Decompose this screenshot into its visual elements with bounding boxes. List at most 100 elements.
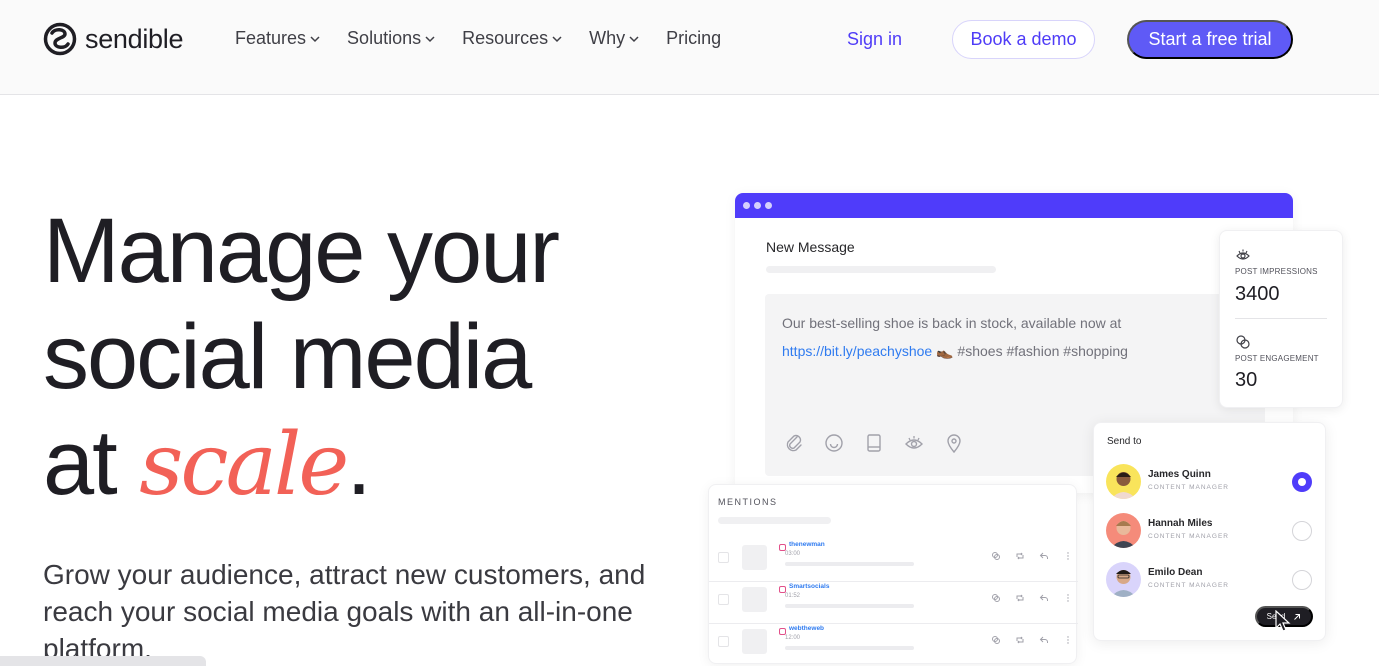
hero-subhead: Grow your audience, attract new customer…	[43, 559, 646, 664]
recipient-radio[interactable]	[1292, 570, 1312, 590]
recipient-emilo-dean[interactable]: Emilo Dean CONTENT MANAGER	[1106, 562, 1316, 598]
mention-name[interactable]: webtheweb	[789, 625, 824, 632]
recipient-name: Emilo Dean	[1148, 567, 1203, 578]
message-body: Our best-selling shoe is back in stock, …	[782, 315, 1122, 331]
avatar	[1106, 464, 1141, 499]
instagram-icon	[779, 586, 786, 593]
message-hashtags: #shoes #fashion #shopping	[957, 343, 1128, 359]
mention-checkbox[interactable]	[718, 636, 729, 647]
mention-name[interactable]: thenewman	[789, 541, 825, 548]
engagement-icon[interactable]	[991, 551, 1001, 561]
mention-actions	[991, 635, 1073, 645]
more-icon[interactable]	[1063, 593, 1073, 603]
nav-solutions-label: Solutions	[347, 28, 422, 48]
mention-thumbnail	[742, 587, 767, 612]
nav-pricing-label: Pricing	[666, 28, 722, 48]
paperclip-icon[interactable]	[783, 432, 805, 454]
recipient-hannah-miles[interactable]: Hannah Miles CONTENT MANAGER	[1106, 513, 1316, 549]
sign-in-link[interactable]: Sign in	[847, 29, 902, 50]
post-stats-card: POST IMPRESSIONS 3400 POST ENGAGEMENT 30	[1219, 230, 1343, 408]
divider	[1235, 318, 1327, 319]
window-dot	[765, 202, 772, 209]
hero-headline: Manage your social media at scale.	[43, 198, 560, 518]
eye-icon	[1236, 249, 1250, 260]
mention-name[interactable]: Smartsocials	[789, 583, 829, 590]
recipient-james-quinn[interactable]: James Quinn CONTENT MANAGER	[1106, 464, 1316, 500]
engagement-icon[interactable]	[991, 593, 1001, 603]
impressions-value: 3400	[1235, 283, 1280, 305]
recipient-role: CONTENT MANAGER	[1148, 533, 1229, 540]
mention-time: 12:00	[785, 635, 801, 641]
message-link[interactable]: https://bit.ly/peachyshoe	[782, 343, 932, 359]
eye-icon[interactable]	[903, 432, 925, 454]
mouse-cursor-icon	[1275, 610, 1291, 632]
recipient-radio[interactable]	[1292, 521, 1312, 541]
engagement-value: 30	[1235, 369, 1258, 391]
mention-thumbnail	[742, 629, 767, 654]
retweet-icon[interactable]	[1015, 551, 1025, 561]
window-dot	[754, 202, 761, 209]
nav-pricing[interactable]: Pricing	[666, 28, 721, 49]
headline-period: .	[346, 412, 372, 514]
nav-solutions[interactable]: Solutions	[347, 28, 436, 49]
arrow-up-right-icon	[1294, 613, 1301, 620]
engagement-icon	[1236, 335, 1250, 349]
recipient-radio-selected[interactable]	[1292, 472, 1312, 492]
chevron-down-icon	[425, 35, 435, 42]
headline-accent-word: scale	[139, 415, 349, 515]
recipient-role: CONTENT MANAGER	[1148, 484, 1229, 491]
nav-links: Features Solutions Resources Why Pricing	[235, 28, 721, 49]
composer-title: New Message	[766, 239, 855, 255]
recipient-name: Hannah Miles	[1148, 518, 1213, 529]
nav-why[interactable]: Why	[589, 28, 640, 49]
reply-icon[interactable]	[1039, 635, 1049, 645]
avatar	[1106, 562, 1141, 597]
chevron-down-icon	[310, 35, 320, 42]
mention-checkbox[interactable]	[718, 552, 729, 563]
send-to-panel: Send to James Quinn CONTENT MANAGER Hann…	[1093, 422, 1326, 641]
reply-icon[interactable]	[1039, 593, 1049, 603]
mention-row[interactable]: thenewman 03:00	[709, 540, 1078, 582]
window-titlebar	[735, 193, 1293, 218]
mention-time: 03:00	[785, 551, 801, 557]
skeleton-line	[785, 646, 914, 650]
bottom-overlay-tab[interactable]	[0, 656, 206, 666]
book-demo-button[interactable]: Book a demo	[952, 20, 1095, 59]
sendible-logo[interactable]: sendible	[43, 22, 183, 56]
book-icon[interactable]	[863, 432, 885, 454]
nav-resources-label: Resources	[462, 28, 549, 48]
skeleton-line	[766, 266, 996, 273]
more-icon[interactable]	[1063, 551, 1073, 561]
retweet-icon[interactable]	[1015, 635, 1025, 645]
chevron-down-icon	[629, 35, 639, 42]
retweet-icon[interactable]	[1015, 593, 1025, 603]
send-to-title: Send to	[1107, 436, 1142, 447]
person-avatar-icon	[1111, 570, 1136, 597]
nav-features[interactable]: Features	[235, 28, 321, 49]
mention-row[interactable]: Smartsocials 01:52	[709, 582, 1078, 624]
more-icon[interactable]	[1063, 635, 1073, 645]
headline-line-2: social media	[43, 306, 532, 408]
brand-name: sendible	[85, 23, 184, 54]
mention-thumbnail	[742, 545, 767, 570]
start-trial-button[interactable]: Start a free trial	[1127, 20, 1293, 59]
sendible-logo-icon	[43, 22, 77, 56]
mention-row[interactable]: webtheweb 12:00	[709, 624, 1078, 666]
mentions-panel: MENTIONS thenewman 03:00 Smartsocials 01…	[708, 484, 1078, 666]
avatar	[1106, 513, 1141, 548]
mention-time: 01:52	[785, 593, 801, 599]
reply-icon[interactable]	[1039, 551, 1049, 561]
mention-actions	[991, 593, 1073, 603]
recipient-role: CONTENT MANAGER	[1148, 582, 1229, 589]
nav-why-label: Why	[589, 28, 626, 48]
nav-resources[interactable]: Resources	[462, 28, 563, 49]
emoji-icon[interactable]	[823, 432, 845, 454]
location-icon[interactable]	[943, 432, 965, 454]
engagement-label: POST ENGAGEMENT	[1235, 354, 1319, 363]
shoe-emoji: 👞	[936, 343, 954, 359]
person-avatar-icon	[1111, 521, 1136, 548]
person-avatar-icon	[1111, 472, 1136, 499]
mention-checkbox[interactable]	[718, 594, 729, 605]
engagement-icon[interactable]	[991, 635, 1001, 645]
recipient-name: James Quinn	[1148, 469, 1211, 480]
